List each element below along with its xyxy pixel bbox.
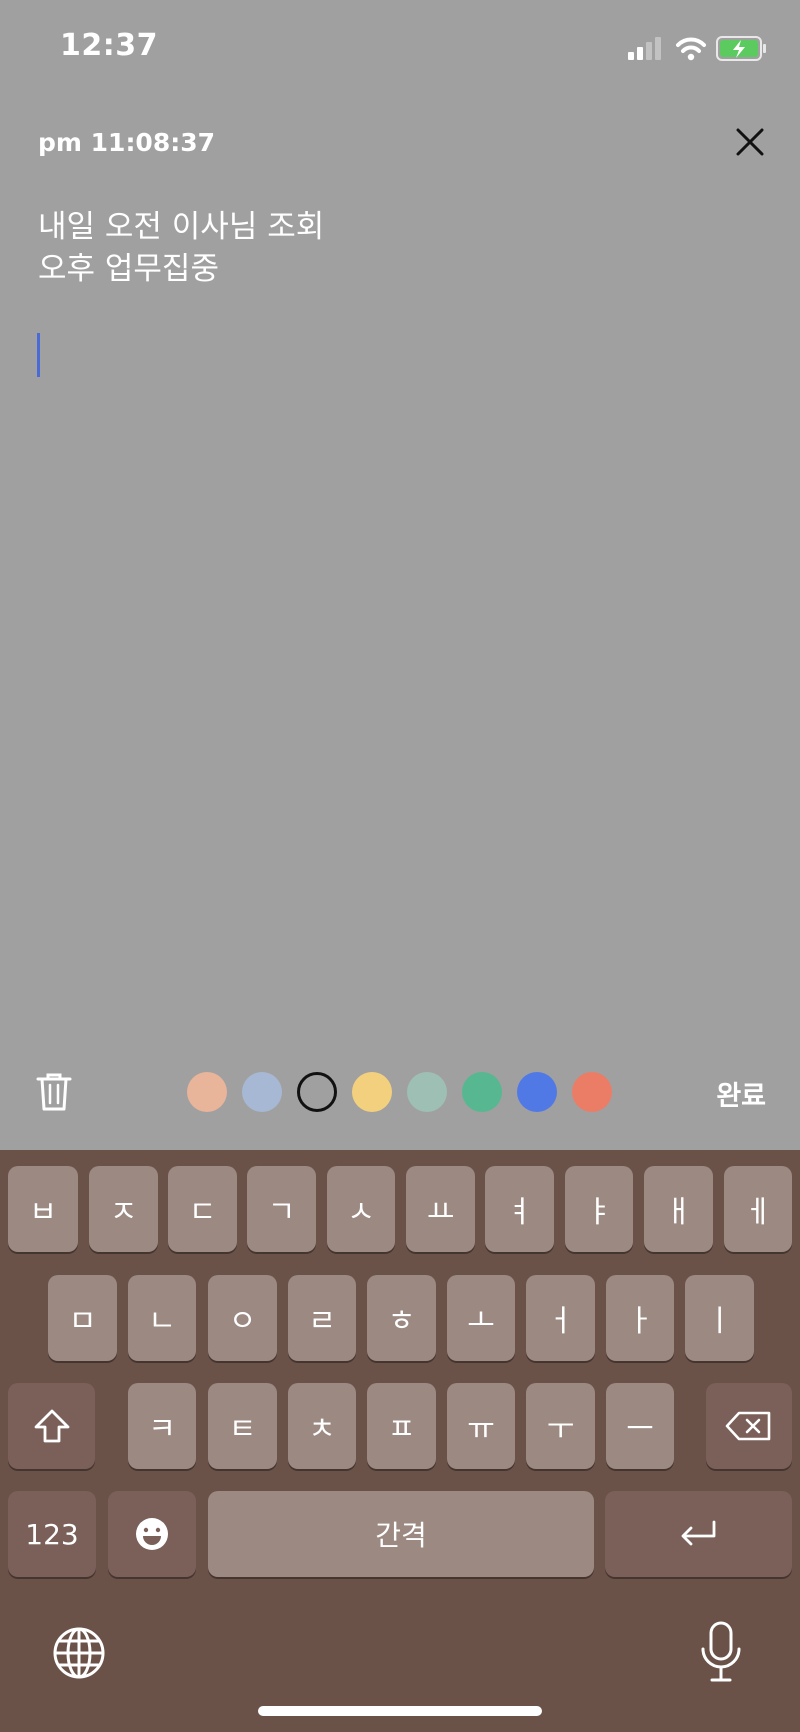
key-label: ㅑ — [585, 1195, 613, 1230]
key-label: ㅅ — [347, 1195, 375, 1230]
shift-key[interactable] — [8, 1383, 95, 1469]
numbers-key-label: 123 — [25, 1517, 79, 1551]
key-ㄹ[interactable]: ㄹ — [288, 1275, 356, 1361]
key-ㅡ[interactable]: ㅡ — [606, 1383, 674, 1469]
key-ㅋ[interactable]: ㅋ — [128, 1383, 196, 1469]
return-key[interactable] — [605, 1491, 792, 1577]
note-text-field[interactable]: 내일 오전 이사님 조회 오후 업무집중 — [38, 206, 738, 290]
wifi-icon — [676, 37, 706, 61]
key-label: ㄹ — [308, 1304, 336, 1339]
battery-charging-icon — [716, 36, 766, 61]
done-button[interactable]: 완료 — [716, 1074, 766, 1113]
return-icon — [681, 1520, 715, 1546]
key-label: ㅌ — [228, 1412, 257, 1447]
key-label: ㅇ — [228, 1304, 257, 1339]
color-swatch-light-blue[interactable] — [242, 1072, 282, 1112]
close-button[interactable] — [730, 122, 770, 162]
key-label: ㅊ — [308, 1412, 336, 1447]
key-ㅗ[interactable]: ㅗ — [447, 1275, 515, 1361]
key-ㅂ[interactable]: ㅂ — [8, 1166, 78, 1252]
signal-icon — [628, 37, 661, 60]
microphone-icon — [701, 1621, 741, 1682]
key-ㅊ[interactable]: ㅊ — [288, 1383, 356, 1469]
key-ㅣ[interactable]: ㅣ — [685, 1275, 754, 1361]
key-label: ㅁ — [68, 1304, 97, 1339]
key-label: ㄴ — [148, 1304, 176, 1339]
key-label: ㅈ — [109, 1195, 138, 1230]
status-bar: 12:37 — [0, 0, 800, 100]
text-caret — [37, 333, 40, 377]
backspace-icon — [725, 1411, 771, 1441]
key-ㅓ[interactable]: ㅓ — [526, 1275, 595, 1361]
color-swatch-none[interactable] — [297, 1072, 337, 1112]
globe-icon — [53, 1627, 105, 1679]
key-label: ㅛ — [426, 1195, 455, 1230]
key-label: ㅗ — [467, 1304, 495, 1339]
microphone-button[interactable] — [700, 1620, 742, 1684]
key-label: ㅠ — [467, 1412, 495, 1447]
key-ㄴ[interactable]: ㄴ — [128, 1275, 196, 1361]
globe-button[interactable] — [52, 1626, 106, 1680]
color-swatch-sage[interactable] — [407, 1072, 447, 1112]
key-ㄷ[interactable]: ㄷ — [168, 1166, 237, 1252]
key-label: ㅏ — [626, 1304, 654, 1339]
key-label: ㅂ — [29, 1195, 57, 1230]
emoji-icon — [136, 1518, 168, 1550]
shift-icon — [34, 1409, 69, 1443]
key-label: ㅐ — [664, 1195, 693, 1230]
key-ㅐ[interactable]: ㅐ — [644, 1166, 713, 1252]
space-key-label: 간격 — [375, 1519, 427, 1552]
color-swatch-green[interactable] — [462, 1072, 502, 1112]
home-indicator[interactable] — [258, 1706, 542, 1716]
key-ㅛ[interactable]: ㅛ — [406, 1166, 475, 1252]
key-ㅎ[interactable]: ㅎ — [367, 1275, 436, 1361]
key-label: ㅓ — [546, 1304, 575, 1339]
color-swatch-peach[interactable] — [187, 1072, 227, 1112]
key-ㅑ[interactable]: ㅑ — [565, 1166, 633, 1252]
key-ㅅ[interactable]: ㅅ — [327, 1166, 395, 1252]
color-swatch-coral[interactable] — [572, 1072, 612, 1112]
color-picker — [187, 1072, 612, 1112]
key-ㅈ[interactable]: ㅈ — [89, 1166, 158, 1252]
backspace-key[interactable] — [706, 1383, 792, 1469]
key-ㅇ[interactable]: ㅇ — [208, 1275, 277, 1361]
key-label: ㅣ — [705, 1304, 734, 1339]
status-time: 12:37 — [60, 28, 158, 63]
key-label: ㅕ — [505, 1195, 534, 1230]
delete-button[interactable] — [36, 1072, 72, 1112]
key-ㅁ[interactable]: ㅁ — [48, 1275, 117, 1361]
key-label: ㅋ — [148, 1412, 176, 1447]
key-ㅠ[interactable]: ㅠ — [447, 1383, 515, 1469]
key-label: ㅜ — [546, 1412, 575, 1447]
key-ㅕ[interactable]: ㅕ — [485, 1166, 554, 1252]
space-key[interactable]: 간격 — [208, 1491, 594, 1577]
key-label: ㅎ — [387, 1304, 416, 1339]
numbers-key[interactable]: 123 — [8, 1491, 96, 1577]
key-label: ㄷ — [188, 1195, 217, 1230]
key-label: ㄱ — [267, 1195, 296, 1230]
status-icons — [628, 34, 768, 62]
status-icons-svg — [628, 36, 766, 61]
color-swatch-blue[interactable] — [517, 1072, 557, 1112]
color-swatch-yellow[interactable] — [352, 1072, 392, 1112]
key-ㅍ[interactable]: ㅍ — [367, 1383, 436, 1469]
key-label: ㅔ — [744, 1195, 772, 1230]
key-label: ㅍ — [387, 1412, 416, 1447]
close-icon — [736, 128, 764, 156]
key-ㅔ[interactable]: ㅔ — [724, 1166, 792, 1252]
key-ㅏ[interactable]: ㅏ — [606, 1275, 674, 1361]
key-ㅌ[interactable]: ㅌ — [208, 1383, 277, 1469]
trash-icon — [36, 1073, 72, 1111]
note-timestamp: pm 11:08:37 — [38, 128, 216, 157]
emoji-key[interactable] — [108, 1491, 196, 1577]
key-ㅜ[interactable]: ㅜ — [526, 1383, 595, 1469]
key-ㄱ[interactable]: ㄱ — [247, 1166, 316, 1252]
key-label: ㅡ — [626, 1412, 654, 1447]
